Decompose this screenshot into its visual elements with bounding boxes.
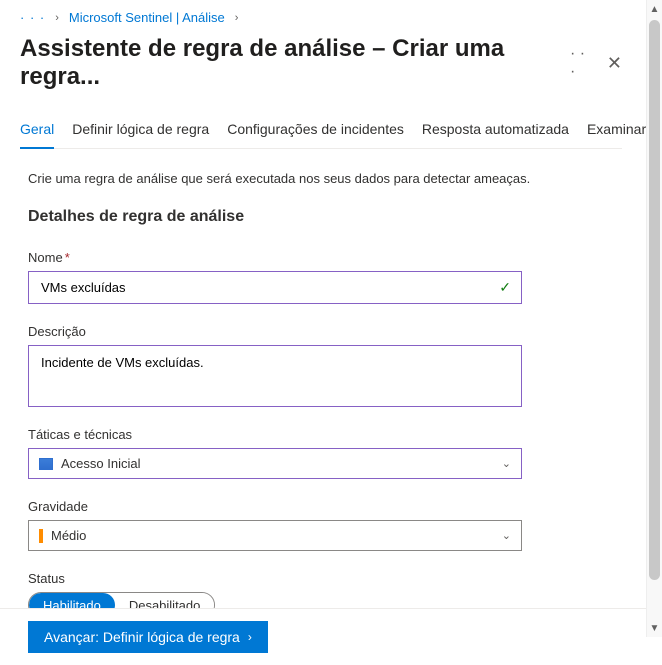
tabs: Geral Definir lógica de regra Configuraç… [20,115,622,149]
status-label: Status [28,571,65,586]
scrollbar[interactable]: ▲ ▼ [646,0,662,637]
status-disabled-option[interactable]: Desabilitado [115,593,215,608]
severity-value: Médio [51,528,86,543]
scroll-up-icon[interactable]: ▲ [647,0,662,18]
tactics-label: Táticas e técnicas [28,427,132,442]
chevron-right-icon: › [235,12,239,24]
name-input-wrap: ✓ [28,271,522,304]
next-button[interactable]: Avançar: Definir lógica de regra › [28,621,268,653]
more-actions-icon[interactable]: · · · [570,45,593,81]
intro-text: Crie uma regra de análise que será execu… [28,171,622,186]
chevron-right-icon: › [248,630,252,644]
description-wrap [28,345,522,407]
check-icon: ✓ [499,279,511,296]
section-title: Detalhes de regra de análise [28,208,622,226]
tactics-value: Acesso Inicial [61,456,140,471]
severity-select[interactable]: Médio ⌄ [28,520,522,551]
breadcrumb: · · · › Microsoft Sentinel | Análise › [20,10,622,25]
name-input[interactable] [39,279,479,296]
status-enabled-option[interactable]: Habilitado [29,593,115,608]
tactics-select[interactable]: Acesso Inicial ⌄ [28,448,522,479]
next-button-label: Avançar: Definir lógica de regra [44,629,240,645]
scroll-down-icon[interactable]: ▼ [647,619,662,637]
tab-geral[interactable]: Geral [20,115,54,149]
chevron-down-icon: ⌄ [502,457,511,470]
status-toggle: Habilitado Desabilitado [28,592,215,608]
required-indicator: * [65,250,70,265]
scroll-thumb[interactable] [649,20,660,580]
description-input[interactable] [39,353,511,399]
breadcrumb-link[interactable]: Microsoft Sentinel | Análise [69,10,225,25]
breadcrumb-more-icon[interactable]: · · · [20,10,45,25]
tab-resposta-automatizada[interactable]: Resposta automatizada [422,115,569,148]
page-title: Assistente de regra de análise – Criar u… [20,35,570,91]
description-label: Descrição [28,324,86,339]
chevron-down-icon: ⌄ [502,529,511,542]
tab-definir-logica[interactable]: Definir lógica de regra [72,115,209,148]
severity-label: Gravidade [28,499,88,514]
tactic-icon [39,458,53,470]
chevron-right-icon: › [55,12,59,24]
name-label: Nome [28,250,63,265]
tab-config-incidentes[interactable]: Configurações de incidentes [227,115,404,148]
severity-icon [39,529,43,543]
close-icon[interactable]: ✕ [607,53,622,74]
